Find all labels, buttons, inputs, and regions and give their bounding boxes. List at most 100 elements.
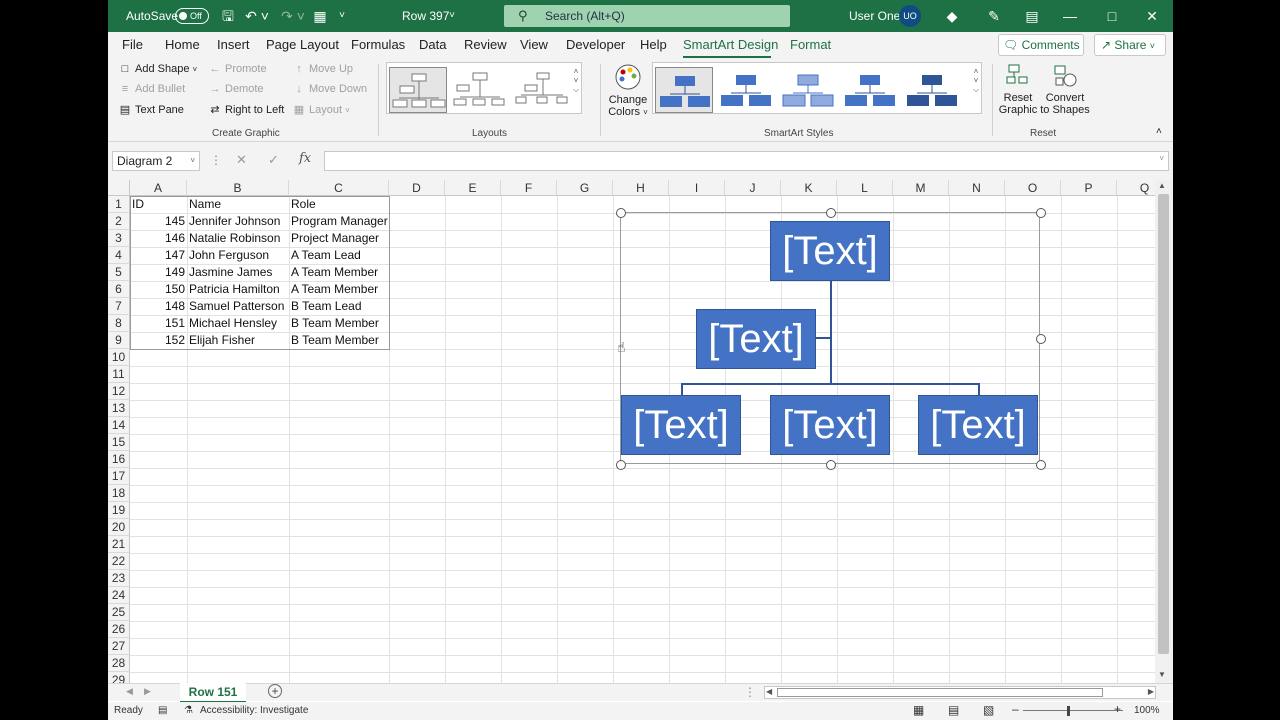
prev-sheet-icon[interactable]: ◀ bbox=[126, 686, 133, 697]
resize-handle[interactable] bbox=[1036, 334, 1046, 344]
zoom-out-icon[interactable]: – bbox=[1012, 702, 1019, 716]
scroll-down-icon[interactable]: ▼ bbox=[1158, 670, 1166, 679]
table-cell[interactable]: John Ferguson bbox=[187, 247, 289, 264]
table-cell[interactable]: Patricia Hamilton bbox=[187, 281, 289, 298]
tab-developer[interactable]: Developer bbox=[566, 37, 625, 52]
column-header[interactable]: B bbox=[187, 180, 289, 196]
zoom-slider-thumb[interactable] bbox=[1067, 706, 1070, 716]
table-cell[interactable]: A Team Lead bbox=[289, 247, 389, 264]
row-header[interactable]: 22 bbox=[108, 553, 130, 570]
gallery-scroll[interactable]: ˄ ˅ ⌵ bbox=[570, 67, 582, 119]
table-cell[interactable]: Program Manager bbox=[289, 213, 389, 230]
smartart-child-box[interactable]: [Text] bbox=[918, 395, 1038, 455]
layout-thumbnail[interactable] bbox=[389, 67, 447, 113]
tab-home[interactable]: Home bbox=[165, 37, 200, 52]
promote-button[interactable]: ← Promote bbox=[208, 63, 267, 75]
normal-view-icon[interactable]: ▦ bbox=[913, 703, 924, 717]
chevron-down-icon[interactable]: ˅ bbox=[446, 0, 458, 32]
table-cell[interactable]: B Team Member bbox=[289, 315, 389, 332]
scroll-thumb[interactable] bbox=[1158, 194, 1169, 654]
redo-icon[interactable]: ↷ ˅ bbox=[278, 0, 308, 32]
table-cell[interactable]: 148 bbox=[130, 298, 187, 315]
text-pane-button[interactable]: ▤ Text Pane bbox=[118, 103, 184, 116]
column-header[interactable]: P bbox=[1061, 180, 1117, 196]
smartart-child-box[interactable]: [Text] bbox=[770, 395, 890, 455]
column-header[interactable]: K bbox=[781, 180, 837, 196]
tab-review[interactable]: Review bbox=[464, 37, 507, 52]
tab-page-layout[interactable]: Page Layout bbox=[266, 37, 339, 52]
row-header[interactable]: 17 bbox=[108, 468, 130, 485]
table-cell[interactable]: B Team Lead bbox=[289, 298, 389, 315]
accessibility-icon[interactable]: ⚗ bbox=[184, 705, 193, 716]
resize-handle[interactable] bbox=[1036, 208, 1046, 218]
autosave-toggle[interactable]: Off bbox=[175, 8, 209, 24]
scroll-up-icon[interactable]: ▲ bbox=[1158, 181, 1166, 190]
table-cell[interactable]: Jennifer Johnson bbox=[187, 213, 289, 230]
add-sheet-icon[interactable]: + bbox=[268, 684, 282, 698]
layout-thumbnail[interactable] bbox=[513, 67, 571, 113]
smartart-top-box[interactable]: [Text] bbox=[770, 221, 890, 281]
row-header[interactable]: 2 bbox=[108, 213, 130, 230]
column-header[interactable]: Q bbox=[1117, 180, 1155, 196]
document-title[interactable]: Row 397 bbox=[402, 0, 449, 32]
close-icon[interactable]: ✕ bbox=[1142, 0, 1162, 32]
style-thumbnail[interactable] bbox=[779, 67, 837, 113]
row-header[interactable]: 21 bbox=[108, 536, 130, 553]
table-header-cell[interactable]: Role bbox=[289, 196, 389, 213]
table-cell[interactable]: 146 bbox=[130, 230, 187, 247]
add-shape-button[interactable]: □ Add Shape ˅ bbox=[118, 63, 198, 75]
table-cell[interactable]: Michael Hensley bbox=[187, 315, 289, 332]
row-header[interactable]: 13 bbox=[108, 400, 130, 417]
table-header-cell[interactable]: ID bbox=[130, 196, 187, 213]
row-header[interactable]: 7 bbox=[108, 298, 130, 315]
collapse-ribbon-icon[interactable]: ˄ bbox=[1156, 126, 1162, 137]
row-header[interactable]: 5 bbox=[108, 264, 130, 281]
row-header[interactable]: 25 bbox=[108, 604, 130, 621]
reset-graphic-button[interactable]: Reset Graphic bbox=[998, 63, 1038, 116]
save-icon[interactable]: 🖫 bbox=[218, 0, 238, 32]
enter-icon[interactable]: ✓ bbox=[268, 152, 279, 168]
row-header[interactable]: 14 bbox=[108, 417, 130, 434]
row-header[interactable]: 29 bbox=[108, 672, 130, 683]
row-header[interactable]: 9 bbox=[108, 332, 130, 349]
select-all-corner[interactable] bbox=[108, 180, 130, 196]
add-bullet-button[interactable]: ≡ Add Bullet bbox=[118, 83, 185, 95]
scroll-right-icon[interactable]: ▶ bbox=[1148, 687, 1154, 696]
row-header[interactable]: 12 bbox=[108, 383, 130, 400]
row-header[interactable]: 15 bbox=[108, 434, 130, 451]
demote-button[interactable]: → Demote bbox=[208, 83, 264, 95]
macro-record-icon[interactable]: ▤ bbox=[158, 705, 167, 716]
right-to-left-button[interactable]: ⇄ Right to Left bbox=[208, 103, 284, 116]
row-header[interactable]: 3 bbox=[108, 230, 130, 247]
table-cell[interactable]: Natalie Robinson bbox=[187, 230, 289, 247]
minimize-icon[interactable]: — bbox=[1060, 0, 1080, 32]
user-name[interactable]: User One bbox=[849, 0, 900, 32]
tab-insert[interactable]: Insert bbox=[217, 37, 250, 52]
column-header[interactable]: I bbox=[669, 180, 725, 196]
column-header[interactable]: G bbox=[557, 180, 613, 196]
column-header[interactable]: D bbox=[389, 180, 445, 196]
tab-data[interactable]: Data bbox=[419, 37, 446, 52]
sheet-tab-active[interactable]: Row 151 bbox=[180, 683, 246, 703]
style-thumbnail[interactable] bbox=[841, 67, 899, 113]
horizontal-scrollbar[interactable]: ◀ ▶ bbox=[764, 686, 1156, 699]
formula-input[interactable]: ˅ bbox=[324, 151, 1169, 171]
row-header[interactable]: 1 bbox=[108, 196, 130, 213]
smartart-child-box[interactable]: [Text] bbox=[621, 395, 741, 455]
change-colors-button[interactable]: Change Colors ˅ bbox=[606, 63, 650, 118]
row-header[interactable]: 10 bbox=[108, 349, 130, 366]
column-header[interactable]: O bbox=[1005, 180, 1061, 196]
table-cell[interactable]: 150 bbox=[130, 281, 187, 298]
resize-handle[interactable] bbox=[1036, 460, 1046, 470]
row-header[interactable]: 18 bbox=[108, 485, 130, 502]
column-header[interactable]: H bbox=[613, 180, 669, 196]
more-options-icon[interactable]: ⋮ bbox=[210, 153, 222, 167]
tab-view[interactable]: View bbox=[520, 37, 548, 52]
table-cell[interactable]: 152 bbox=[130, 332, 187, 349]
column-header[interactable]: E bbox=[445, 180, 501, 196]
worksheet-grid[interactable]: A B C D E F G H I J K L M N O P Q 1 2 3 … bbox=[108, 180, 1155, 683]
table-cell[interactable]: Jasmine James bbox=[187, 264, 289, 281]
column-header[interactable]: C bbox=[289, 180, 389, 196]
resize-handle[interactable] bbox=[616, 460, 626, 470]
insert-function-icon[interactable]: fx bbox=[299, 151, 311, 166]
